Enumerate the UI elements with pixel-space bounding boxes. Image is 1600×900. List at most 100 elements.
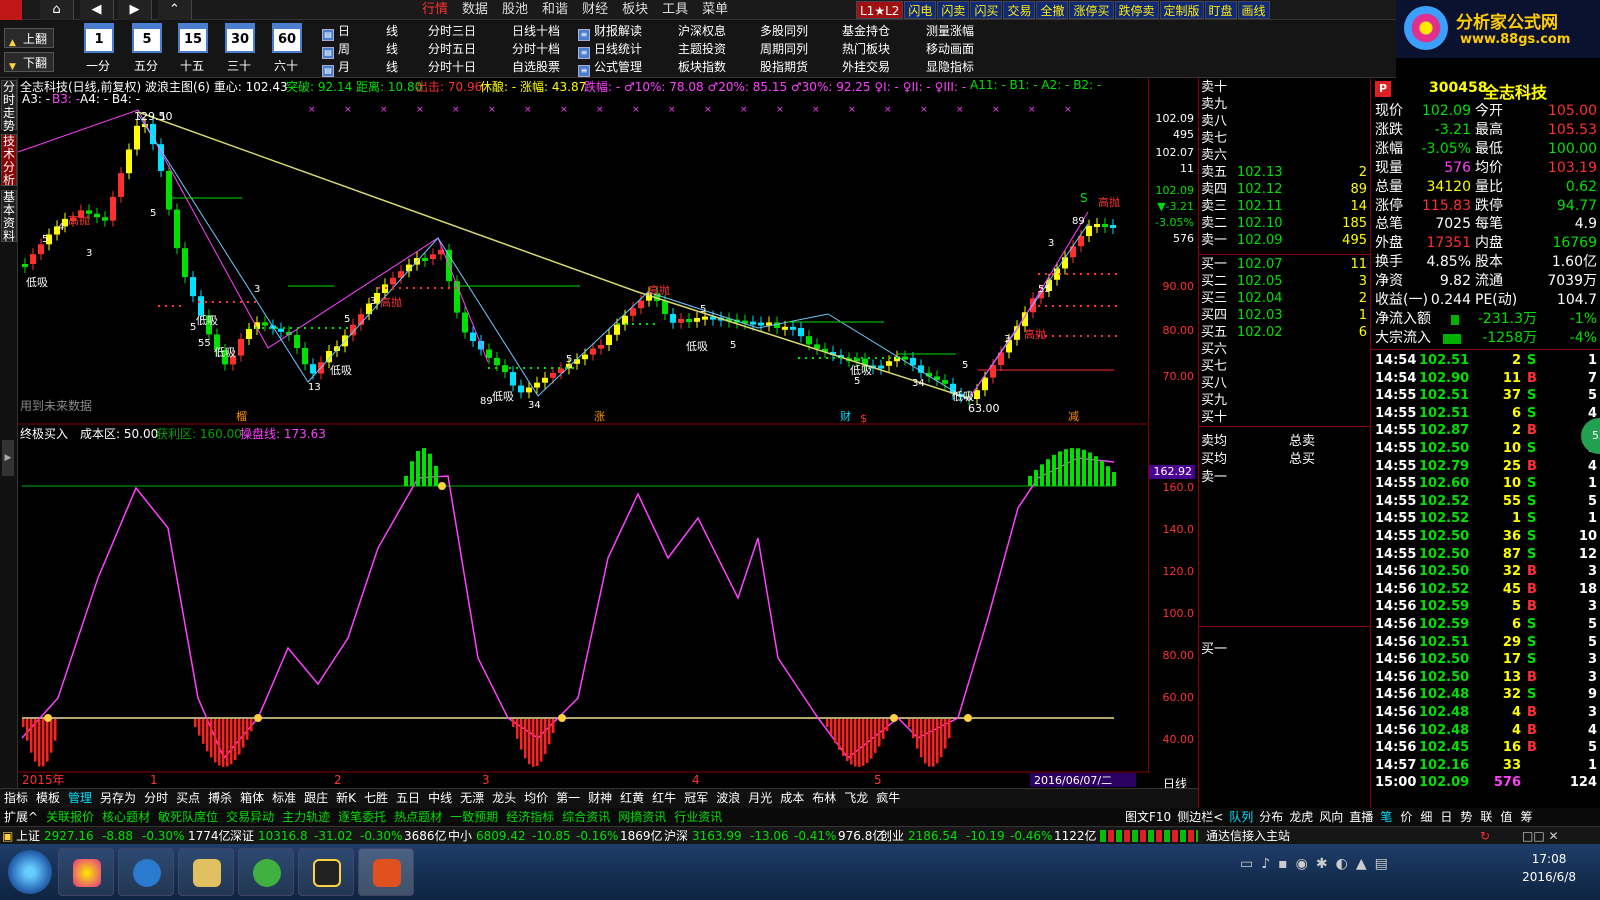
- app-logo[interactable]: [0, 0, 22, 20]
- tab-cancel-all[interactable]: 全撤: [1036, 1, 1069, 19]
- tab-live[interactable]: 直播: [1346, 808, 1376, 826]
- home-icon[interactable]: ⌂: [40, 0, 74, 20]
- info-tab[interactable]: 交易异动: [222, 808, 278, 826]
- tool-button[interactable]: 热门板块: [842, 40, 890, 58]
- tab-trade[interactable]: 交易: [1003, 1, 1036, 19]
- indicator-tab[interactable]: 波浪: [712, 789, 744, 808]
- indicator-tab[interactable]: 冠军: [680, 789, 712, 808]
- menu-finance[interactable]: 财经: [575, 0, 615, 20]
- tab-price[interactable]: 价: [1396, 808, 1416, 826]
- indicator-tab[interactable]: 管理: [64, 789, 96, 808]
- tab-flash[interactable]: 闪电: [904, 1, 937, 19]
- tool-button[interactable]: 股指期货: [760, 58, 808, 76]
- menu-data[interactable]: 数据: [455, 0, 495, 20]
- book-sell-row[interactable]: 卖三 102.11 14: [1199, 198, 1371, 215]
- tab-fundamentals[interactable]: 基本资料: [1, 190, 17, 243]
- indicator-tab[interactable]: 成本: [776, 789, 808, 808]
- indicator-tab[interactable]: 第一: [552, 789, 584, 808]
- tool-button[interactable]: 分时三日: [428, 22, 476, 40]
- tab-day[interactable]: 日: [1436, 808, 1456, 826]
- book-sell-row[interactable]: 卖七: [1199, 130, 1371, 147]
- tool-button[interactable]: 移动画面: [926, 40, 974, 58]
- tool-button[interactable]: 主题投资: [678, 40, 726, 58]
- connection-status[interactable]: 通达信接入主站: [1206, 827, 1290, 845]
- tab-chips[interactable]: 筹: [1516, 808, 1536, 826]
- taskbar-app[interactable]: [238, 848, 294, 896]
- tool-button[interactable]: ≡ 财报解读: [578, 22, 642, 41]
- menu-tools[interactable]: 工具: [655, 0, 695, 20]
- book-sell-row[interactable]: 卖五 102.13 2: [1199, 164, 1371, 181]
- indicator-tab[interactable]: 新K: [332, 789, 360, 808]
- indicator-tab[interactable]: 指标: [0, 789, 32, 808]
- indicator-tab[interactable]: 布林: [808, 789, 840, 808]
- tab-limit-down-sell[interactable]: 跌停卖: [1114, 1, 1159, 19]
- info-tab[interactable]: 综合资讯: [558, 808, 614, 826]
- tab-queue[interactable]: 队列: [1226, 808, 1256, 826]
- period-1min-button[interactable]: 1 一分: [78, 23, 118, 75]
- book-sell-row[interactable]: 卖四 102.12 89: [1199, 181, 1371, 198]
- indicator-tab[interactable]: 五日: [392, 789, 424, 808]
- tab-tick[interactable]: 笔: [1376, 808, 1396, 826]
- taskbar-app[interactable]: [58, 848, 114, 896]
- cycle-month-button[interactable]: ▤ 月 线: [322, 58, 398, 77]
- tab-draw[interactable]: 画线: [1237, 1, 1270, 19]
- cycle-week-button[interactable]: ▤ 周线: [322, 40, 398, 59]
- period-60min-button[interactable]: 60 六十: [266, 23, 306, 75]
- tab-detail[interactable]: 细: [1416, 808, 1436, 826]
- tab-flash-sell[interactable]: 闪卖: [937, 1, 970, 19]
- indicator-tab[interactable]: 跟庄: [300, 789, 332, 808]
- book-buy-row[interactable]: 买四 102.03 1: [1199, 307, 1371, 324]
- tab-dragon-tiger[interactable]: 龙虎: [1286, 808, 1316, 826]
- info-tab[interactable]: 主力轨迹: [278, 808, 334, 826]
- info-tab[interactable]: 关联报价: [42, 808, 98, 826]
- info-tab[interactable]: 扩展^: [0, 808, 42, 826]
- book-sell-row[interactable]: 卖六: [1199, 147, 1371, 164]
- taskbar-app[interactable]: [118, 848, 174, 896]
- up-icon[interactable]: ⌃: [158, 0, 192, 20]
- tool-button[interactable]: ≡ 公式管理: [578, 58, 642, 77]
- tool-button[interactable]: 测量涨幅: [926, 22, 974, 40]
- indicator-tab[interactable]: 买点: [172, 789, 204, 808]
- tool-button[interactable]: 显隐指标: [926, 58, 974, 76]
- refresh-icon[interactable]: ↻: [1480, 827, 1490, 845]
- tool-button[interactable]: ≡ 日线统计: [578, 40, 642, 59]
- tool-button[interactable]: 日线十档: [512, 22, 560, 40]
- book-buy-row[interactable]: 买二 102.05 3: [1199, 273, 1371, 290]
- menu-stockpool[interactable]: 股池: [495, 0, 535, 20]
- window-icons[interactable]: □□ ✕: [1522, 827, 1559, 845]
- indicator-tab[interactable]: 无漂: [456, 789, 488, 808]
- info-tab[interactable]: 敏死队席位: [154, 808, 222, 826]
- book-buy-row[interactable]: 买十: [1199, 409, 1371, 426]
- indicator-tab[interactable]: 均价: [520, 789, 552, 808]
- brand-banner[interactable]: 分析家公式网 www.88gs.com: [1396, 0, 1600, 58]
- info-tab[interactable]: 逐笔委托: [334, 808, 390, 826]
- clock[interactable]: 17:08 2016/6/8: [1522, 850, 1576, 886]
- tab-distribution[interactable]: 分布: [1256, 808, 1286, 826]
- tool-button[interactable]: 外挂交易: [842, 58, 890, 76]
- indicator-tab[interactable]: 七胜: [360, 789, 392, 808]
- tab-limit-up-buy[interactable]: 涨停买: [1069, 1, 1114, 19]
- indicator-tab[interactable]: 搏杀: [204, 789, 236, 808]
- tab-sidebar[interactable]: 侧边栏<: [1174, 808, 1226, 826]
- menu-quotes[interactable]: 行情: [415, 0, 455, 20]
- tool-button[interactable]: 板块指数: [678, 58, 726, 76]
- info-tab[interactable]: 热点题材: [390, 808, 446, 826]
- period-30min-button[interactable]: 30 三十: [219, 23, 259, 75]
- indicator-tab[interactable]: 飞龙: [840, 789, 872, 808]
- book-buy-row[interactable]: 买九: [1199, 392, 1371, 409]
- book-sell-row[interactable]: 卖一 102.09 495: [1199, 232, 1371, 249]
- indicator-tab[interactable]: 箱体: [236, 789, 268, 808]
- tab-wind[interactable]: 风向: [1316, 808, 1346, 826]
- info-tab[interactable]: 一致预期: [446, 808, 502, 826]
- start-button-icon[interactable]: [8, 850, 52, 894]
- book-buy-row[interactable]: 买三 102.04 2: [1199, 290, 1371, 307]
- tab-technical[interactable]: 技术分析: [1, 134, 17, 187]
- menu-sector[interactable]: 板块: [615, 0, 655, 20]
- menu-menu[interactable]: 菜单: [695, 0, 735, 20]
- tool-button[interactable]: 自选股票: [512, 58, 560, 76]
- book-buy-row[interactable]: 买八: [1199, 375, 1371, 392]
- taskbar-app[interactable]: [298, 848, 354, 896]
- tool-button[interactable]: 分时十日: [428, 58, 476, 76]
- cycle-day-button[interactable]: ▤ 日线: [322, 22, 398, 41]
- page-down-button[interactable]: ▼ 下翻: [4, 52, 54, 72]
